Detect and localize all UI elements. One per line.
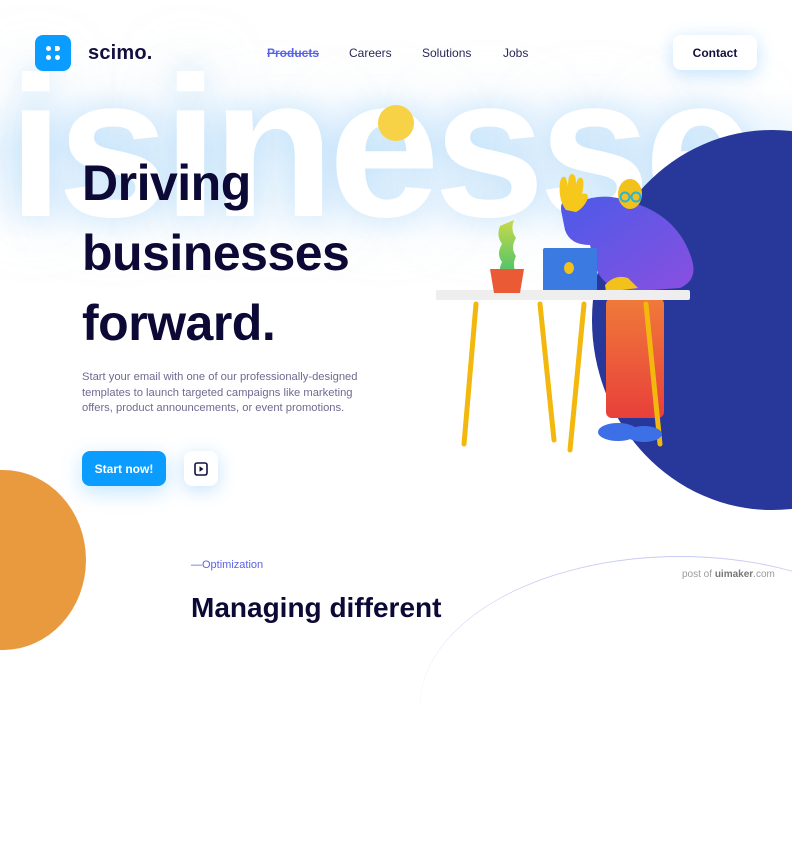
hero-illustration bbox=[436, 174, 694, 453]
contact-button[interactable]: Contact bbox=[673, 35, 757, 70]
plant bbox=[498, 220, 516, 274]
decorative-arc bbox=[420, 556, 792, 857]
hero-description: Start your email with one of our profess… bbox=[82, 371, 358, 414]
watermark-brand: uimaker bbox=[714, 569, 754, 580]
hero-title-line-3: forward. bbox=[82, 295, 276, 351]
yellow-decorative-dot bbox=[378, 105, 414, 141]
watermark: post of uimaker.com bbox=[682, 569, 775, 580]
hero-title-line-1: Driving bbox=[82, 155, 251, 211]
desk-top bbox=[436, 290, 690, 300]
nav-solutions[interactable]: Solutions bbox=[422, 46, 471, 60]
scimo-logo-icon[interactable] bbox=[35, 35, 71, 71]
character-shoes bbox=[598, 423, 662, 442]
start-now-button[interactable]: Start now! bbox=[82, 451, 166, 486]
orange-decorative-circle bbox=[0, 470, 86, 650]
watermark-prefix: post of bbox=[682, 569, 715, 580]
nav-careers[interactable]: Careers bbox=[349, 46, 392, 60]
hero-title-line-2: businesses bbox=[82, 225, 350, 281]
section-label: —Optimization bbox=[191, 559, 264, 571]
play-icon bbox=[194, 461, 208, 476]
site-header: scimo. Products Careers Solutions Jobs C… bbox=[0, 0, 792, 100]
hero-headline: Driving businesses forward. bbox=[82, 148, 350, 358]
play-video-button[interactable] bbox=[184, 451, 218, 486]
nav-jobs[interactable]: Jobs bbox=[503, 46, 528, 60]
nav-products[interactable]: Products bbox=[267, 46, 319, 60]
plant-pot bbox=[490, 269, 524, 293]
section-heading: Managing different bbox=[191, 592, 442, 623]
brand-name[interactable]: scimo. bbox=[88, 42, 153, 65]
watermark-suffix: .com bbox=[753, 569, 775, 580]
